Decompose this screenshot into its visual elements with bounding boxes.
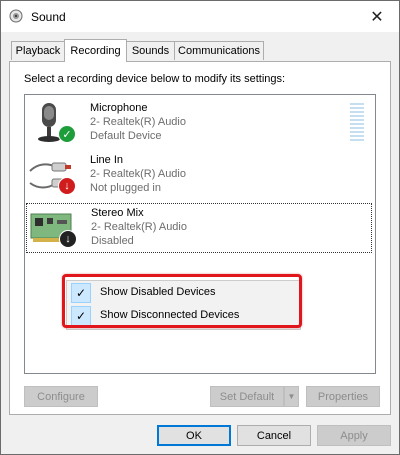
title-bar[interactable]: Sound ✕ <box>1 1 399 32</box>
device-item-stereo-mix[interactable]: ↓ Stereo Mix 2- Realtek(R) Audio Disable… <box>26 203 372 253</box>
device-name: Line In <box>90 154 124 166</box>
close-icon: ✕ <box>370 8 384 26</box>
device-item-line-in[interactable]: ↓ Line In 2- Realtek(R) Audio Not plugge… <box>26 151 372 201</box>
green-check-icon: ✓ <box>58 125 76 143</box>
close-button[interactable]: ✕ <box>355 1 399 32</box>
properties-button[interactable]: Properties <box>306 386 380 407</box>
chevron-down-icon: ▼ <box>287 392 296 401</box>
level-meter <box>350 103 364 143</box>
cancel-button[interactable]: Cancel <box>237 425 311 446</box>
device-item-microphone[interactable]: ✓ Microphone 2- Realtek(R) Audio Default… <box>26 99 372 149</box>
device-driver: 2- Realtek(R) Audio <box>90 168 186 180</box>
speaker-icon <box>9 9 23 23</box>
properties-label: Properties <box>317 390 369 403</box>
window-title: Sound <box>31 10 66 24</box>
set-default-dropdown-button[interactable]: ▼ <box>284 386 299 407</box>
red-down-arrow-icon: ↓ <box>58 177 76 195</box>
ok-button[interactable]: OK <box>157 425 231 446</box>
set-default-button[interactable]: Set Default <box>210 386 284 407</box>
device-status: Disabled <box>91 235 134 247</box>
device-name: Stereo Mix <box>91 207 144 219</box>
ok-label: OK <box>186 429 202 442</box>
tab-playback[interactable]: Playback <box>11 41 65 60</box>
set-default-label: Set Default <box>219 390 275 403</box>
apply-button[interactable]: Apply <box>317 425 391 446</box>
configure-label: Configure <box>37 390 85 403</box>
tab-sounds[interactable]: Sounds <box>126 41 175 60</box>
recording-tab-panel: Select a recording device below to modif… <box>9 61 391 415</box>
apply-label: Apply <box>340 429 368 442</box>
tab-recording[interactable]: Recording <box>64 39 127 62</box>
black-down-arrow-icon: ↓ <box>59 230 77 248</box>
configure-button[interactable]: Configure <box>24 386 98 407</box>
annotation-highlight-box <box>62 274 302 328</box>
device-name: Microphone <box>90 102 148 114</box>
device-driver: 2- Realtek(R) Audio <box>91 221 187 233</box>
sound-dialog: Sound ✕ Playback Recording Sounds Commun… <box>0 0 400 455</box>
device-list[interactable]: ✓ Microphone 2- Realtek(R) Audio Default… <box>24 94 376 374</box>
cancel-label: Cancel <box>256 429 292 442</box>
device-status: Default Device <box>90 130 162 142</box>
tab-communications[interactable]: Communications <box>174 41 264 60</box>
device-status: Not plugged in <box>90 182 161 194</box>
instruction-text: Select a recording device below to modif… <box>24 73 286 85</box>
tab-strip: Playback Recording Sounds Communications <box>9 39 389 62</box>
device-driver: 2- Realtek(R) Audio <box>90 116 186 128</box>
